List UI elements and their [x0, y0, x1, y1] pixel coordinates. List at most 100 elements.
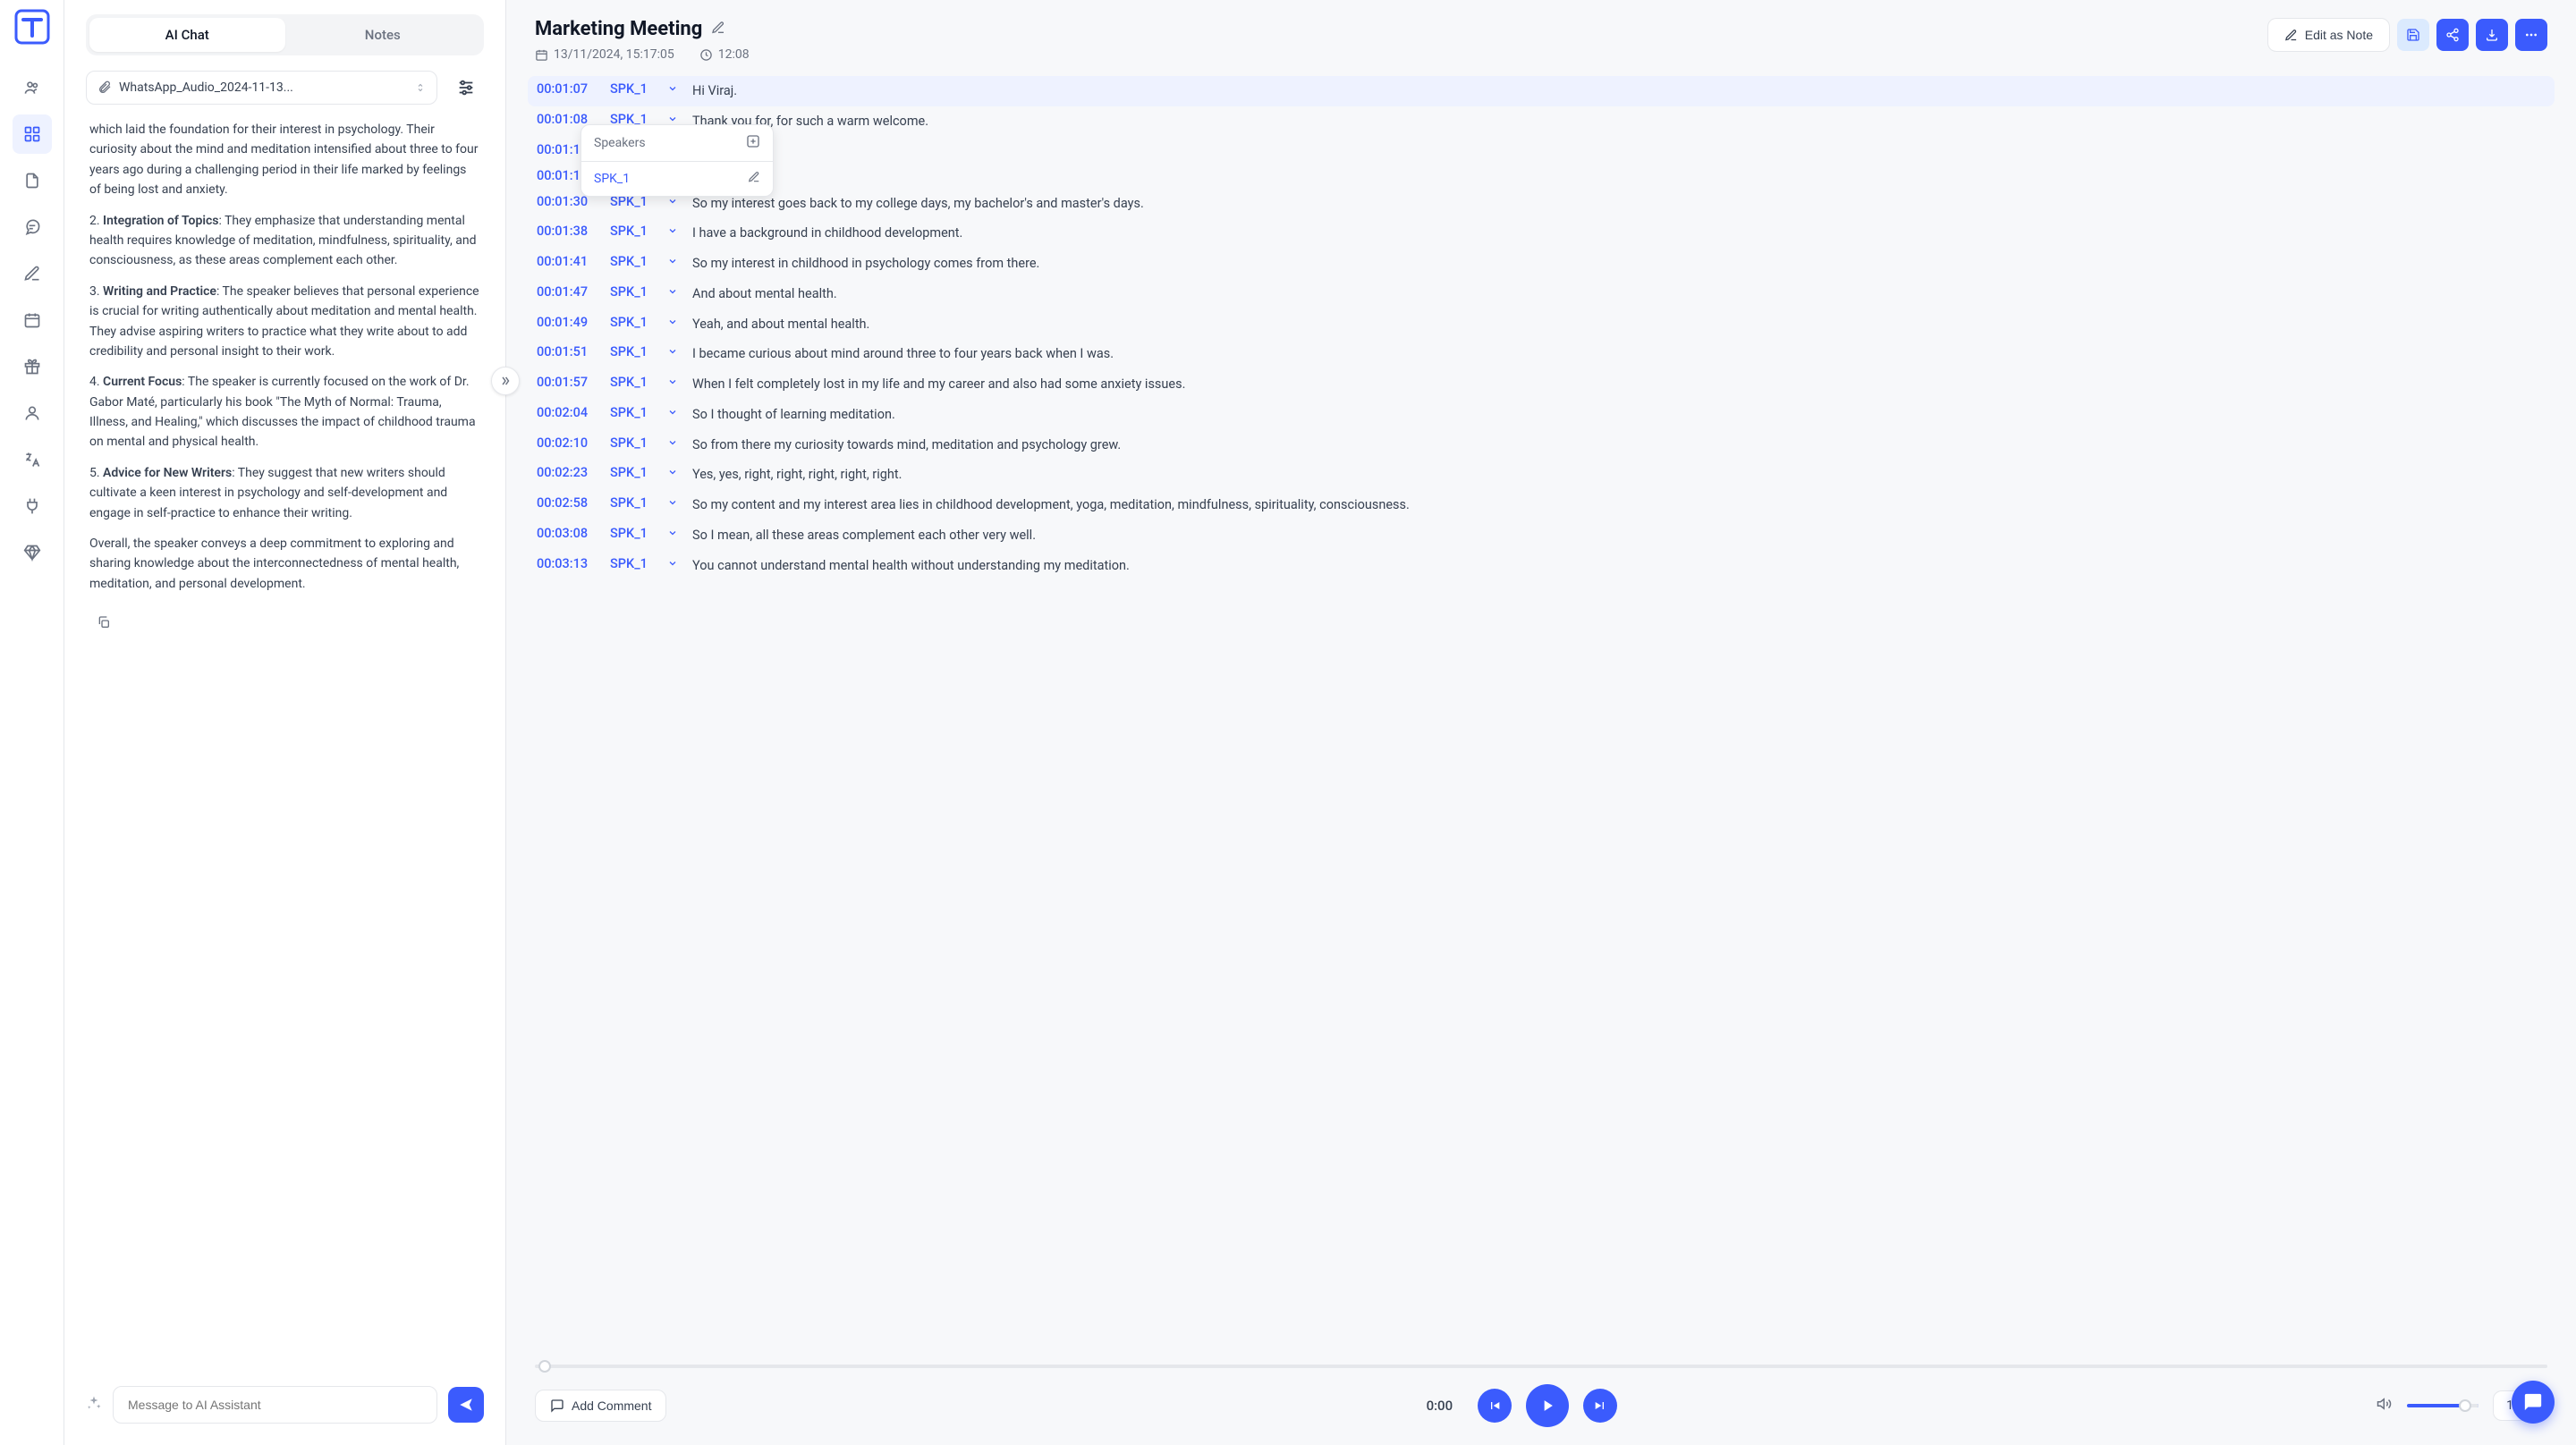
- speaker-label[interactable]: SPK_1: [610, 526, 655, 541]
- chevron-down-icon[interactable]: [667, 405, 680, 418]
- timestamp[interactable]: 00:02:10: [537, 435, 597, 451]
- transcript-row[interactable]: 00:01:51 SPK_1 I became curious about mi…: [528, 339, 2555, 369]
- transcript-row[interactable]: 00:01:41 SPK_1 So my interest in childho…: [528, 249, 2555, 279]
- timestamp[interactable]: 00:01:38: [537, 224, 597, 239]
- speaker-label[interactable]: SPK_1: [610, 344, 655, 359]
- timestamp[interactable]: 00:01:07: [537, 81, 597, 97]
- speaker-label[interactable]: SPK_1: [610, 556, 655, 571]
- edit-as-note-button[interactable]: Edit as Note: [2267, 18, 2390, 52]
- speaker-label[interactable]: SPK_1: [610, 224, 655, 239]
- timestamp[interactable]: 00:02:23: [537, 465, 597, 480]
- timestamp[interactable]: 00:03:13: [537, 556, 597, 571]
- timestamp[interactable]: 00:01:57: [537, 375, 597, 390]
- transcript-row[interactable]: 00:01:16: [528, 137, 2555, 163]
- timestamp[interactable]: 00:01:51: [537, 344, 597, 359]
- transcript-row[interactable]: 00:01:47 SPK_1 And about mental health.: [528, 279, 2555, 309]
- volume-slider[interactable]: [2407, 1404, 2479, 1407]
- speaker-label[interactable]: SPK_1: [610, 405, 655, 420]
- transcript-row[interactable]: 00:01:57 SPK_1 When I felt completely lo…: [528, 369, 2555, 400]
- speaker-label[interactable]: SPK_1: [610, 375, 655, 390]
- chevron-down-icon[interactable]: [667, 112, 680, 124]
- transcript-row[interactable]: 00:03:13 SPK_1 You cannot understand men…: [528, 551, 2555, 581]
- share-icon-button[interactable]: [2436, 19, 2469, 51]
- transcript-text: So my interest goes back to my college d…: [692, 194, 2546, 214]
- timestamp[interactable]: 00:03:08: [537, 526, 597, 541]
- speaker-label[interactable]: SPK_1: [610, 254, 655, 269]
- nav-translate-icon[interactable]: [13, 440, 52, 479]
- app-logo[interactable]: [13, 7, 52, 46]
- nav-plug-icon[interactable]: [13, 486, 52, 526]
- speaker-label[interactable]: SPK_1: [610, 495, 655, 511]
- speaker-popup-item[interactable]: SPK_1: [581, 162, 773, 196]
- chevron-down-icon[interactable]: [667, 556, 680, 569]
- nav-diamond-icon[interactable]: [13, 533, 52, 572]
- transcript-row[interactable]: 00:01:07 SPK_1 Hi Viraj.: [528, 76, 2555, 106]
- prev-button[interactable]: [1478, 1389, 1512, 1423]
- chevron-down-icon[interactable]: [667, 224, 680, 236]
- nav-gift-icon[interactable]: [13, 347, 52, 386]
- transcript-row[interactable]: 00:01:30 SPK_1 So my interest goes back …: [528, 189, 2555, 219]
- progress-thumb[interactable]: [538, 1360, 551, 1373]
- expand-panel-button[interactable]: [491, 367, 520, 395]
- nav-users-icon[interactable]: [13, 68, 52, 107]
- volume-icon[interactable]: [2377, 1396, 2393, 1415]
- next-button[interactable]: [1583, 1389, 1617, 1423]
- transcript-row[interactable]: 00:01:08 SPK_1 Thank you for, for such a…: [528, 106, 2555, 137]
- transcript-row[interactable]: 00:03:08 SPK_1 So I mean, all these area…: [528, 520, 2555, 551]
- timestamp[interactable]: 00:02:58: [537, 495, 597, 511]
- transcript-text: I have a background in childhood develop…: [692, 224, 2546, 243]
- nav-chat-icon[interactable]: [13, 207, 52, 247]
- nav-dashboard-icon[interactable]: [13, 114, 52, 154]
- edit-title-icon[interactable]: [711, 21, 725, 38]
- save-icon-button[interactable]: [2397, 19, 2429, 51]
- tab-notes[interactable]: Notes: [285, 18, 481, 52]
- chevron-down-icon[interactable]: [667, 344, 680, 357]
- transcript-row[interactable]: 00:02:23 SPK_1 Yes, yes, right, right, r…: [528, 460, 2555, 490]
- chevron-down-icon[interactable]: [667, 375, 680, 387]
- chevron-down-icon[interactable]: [667, 254, 680, 266]
- send-button[interactable]: [448, 1387, 484, 1423]
- support-chat-bubble[interactable]: [2512, 1381, 2555, 1424]
- chevron-down-icon[interactable]: [667, 495, 680, 508]
- speaker-label[interactable]: SPK_1: [610, 315, 655, 330]
- speaker-label[interactable]: SPK_1: [610, 435, 655, 451]
- nav-calendar-icon[interactable]: [13, 300, 52, 340]
- chevron-down-icon[interactable]: [667, 81, 680, 94]
- play-button[interactable]: [1526, 1384, 1569, 1427]
- tab-ai-chat[interactable]: AI Chat: [89, 18, 285, 52]
- timestamp[interactable]: 00:02:04: [537, 405, 597, 420]
- speaker-label[interactable]: SPK_1: [610, 81, 655, 97]
- chevron-down-icon[interactable]: [667, 315, 680, 327]
- transcript-text: When I felt completely lost in my life a…: [692, 375, 2546, 394]
- timestamp[interactable]: 00:01:41: [537, 254, 597, 269]
- transcript-row[interactable]: 00:01:38 SPK_1 I have a background in ch…: [528, 218, 2555, 249]
- transcript-row[interactable]: 00:01:17: [528, 163, 2555, 189]
- transcript-row[interactable]: 00:01:49 SPK_1 Yeah, and about mental he…: [528, 309, 2555, 340]
- speaker-label[interactable]: SPK_1: [610, 284, 655, 300]
- progress-bar[interactable]: [535, 1365, 2547, 1368]
- nav-edit-icon[interactable]: [13, 254, 52, 293]
- timestamp[interactable]: 00:01:49: [537, 315, 597, 330]
- transcript-row[interactable]: 00:02:10 SPK_1 So from there my curiosit…: [528, 430, 2555, 461]
- add-speaker-icon[interactable]: [746, 134, 760, 152]
- transcript-list[interactable]: Speakers SPK_1 00:01:07 SPK_1 Hi Viraj. …: [506, 72, 2576, 1350]
- chevron-down-icon[interactable]: [667, 526, 680, 538]
- chat-input[interactable]: [113, 1386, 437, 1424]
- chevron-down-icon[interactable]: [667, 284, 680, 297]
- more-icon-button[interactable]: [2515, 19, 2547, 51]
- nav-person-icon[interactable]: [13, 393, 52, 433]
- volume-thumb[interactable]: [2459, 1399, 2471, 1412]
- add-comment-button[interactable]: Add Comment: [535, 1390, 666, 1422]
- copy-button[interactable]: [89, 612, 118, 633]
- speaker-label[interactable]: SPK_1: [610, 465, 655, 480]
- chevron-down-icon[interactable]: [667, 465, 680, 477]
- filter-button[interactable]: [448, 70, 484, 106]
- transcript-row[interactable]: 00:02:58 SPK_1 So my content and my inte…: [528, 490, 2555, 520]
- download-icon-button[interactable]: [2476, 19, 2508, 51]
- nav-document-icon[interactable]: [13, 161, 52, 200]
- edit-speaker-icon[interactable]: [748, 171, 760, 187]
- chevron-down-icon[interactable]: [667, 435, 680, 448]
- timestamp[interactable]: 00:01:47: [537, 284, 597, 300]
- file-select-dropdown[interactable]: WhatsApp_Audio_2024-11-13...: [86, 71, 437, 105]
- transcript-row[interactable]: 00:02:04 SPK_1 So I thought of learning …: [528, 400, 2555, 430]
